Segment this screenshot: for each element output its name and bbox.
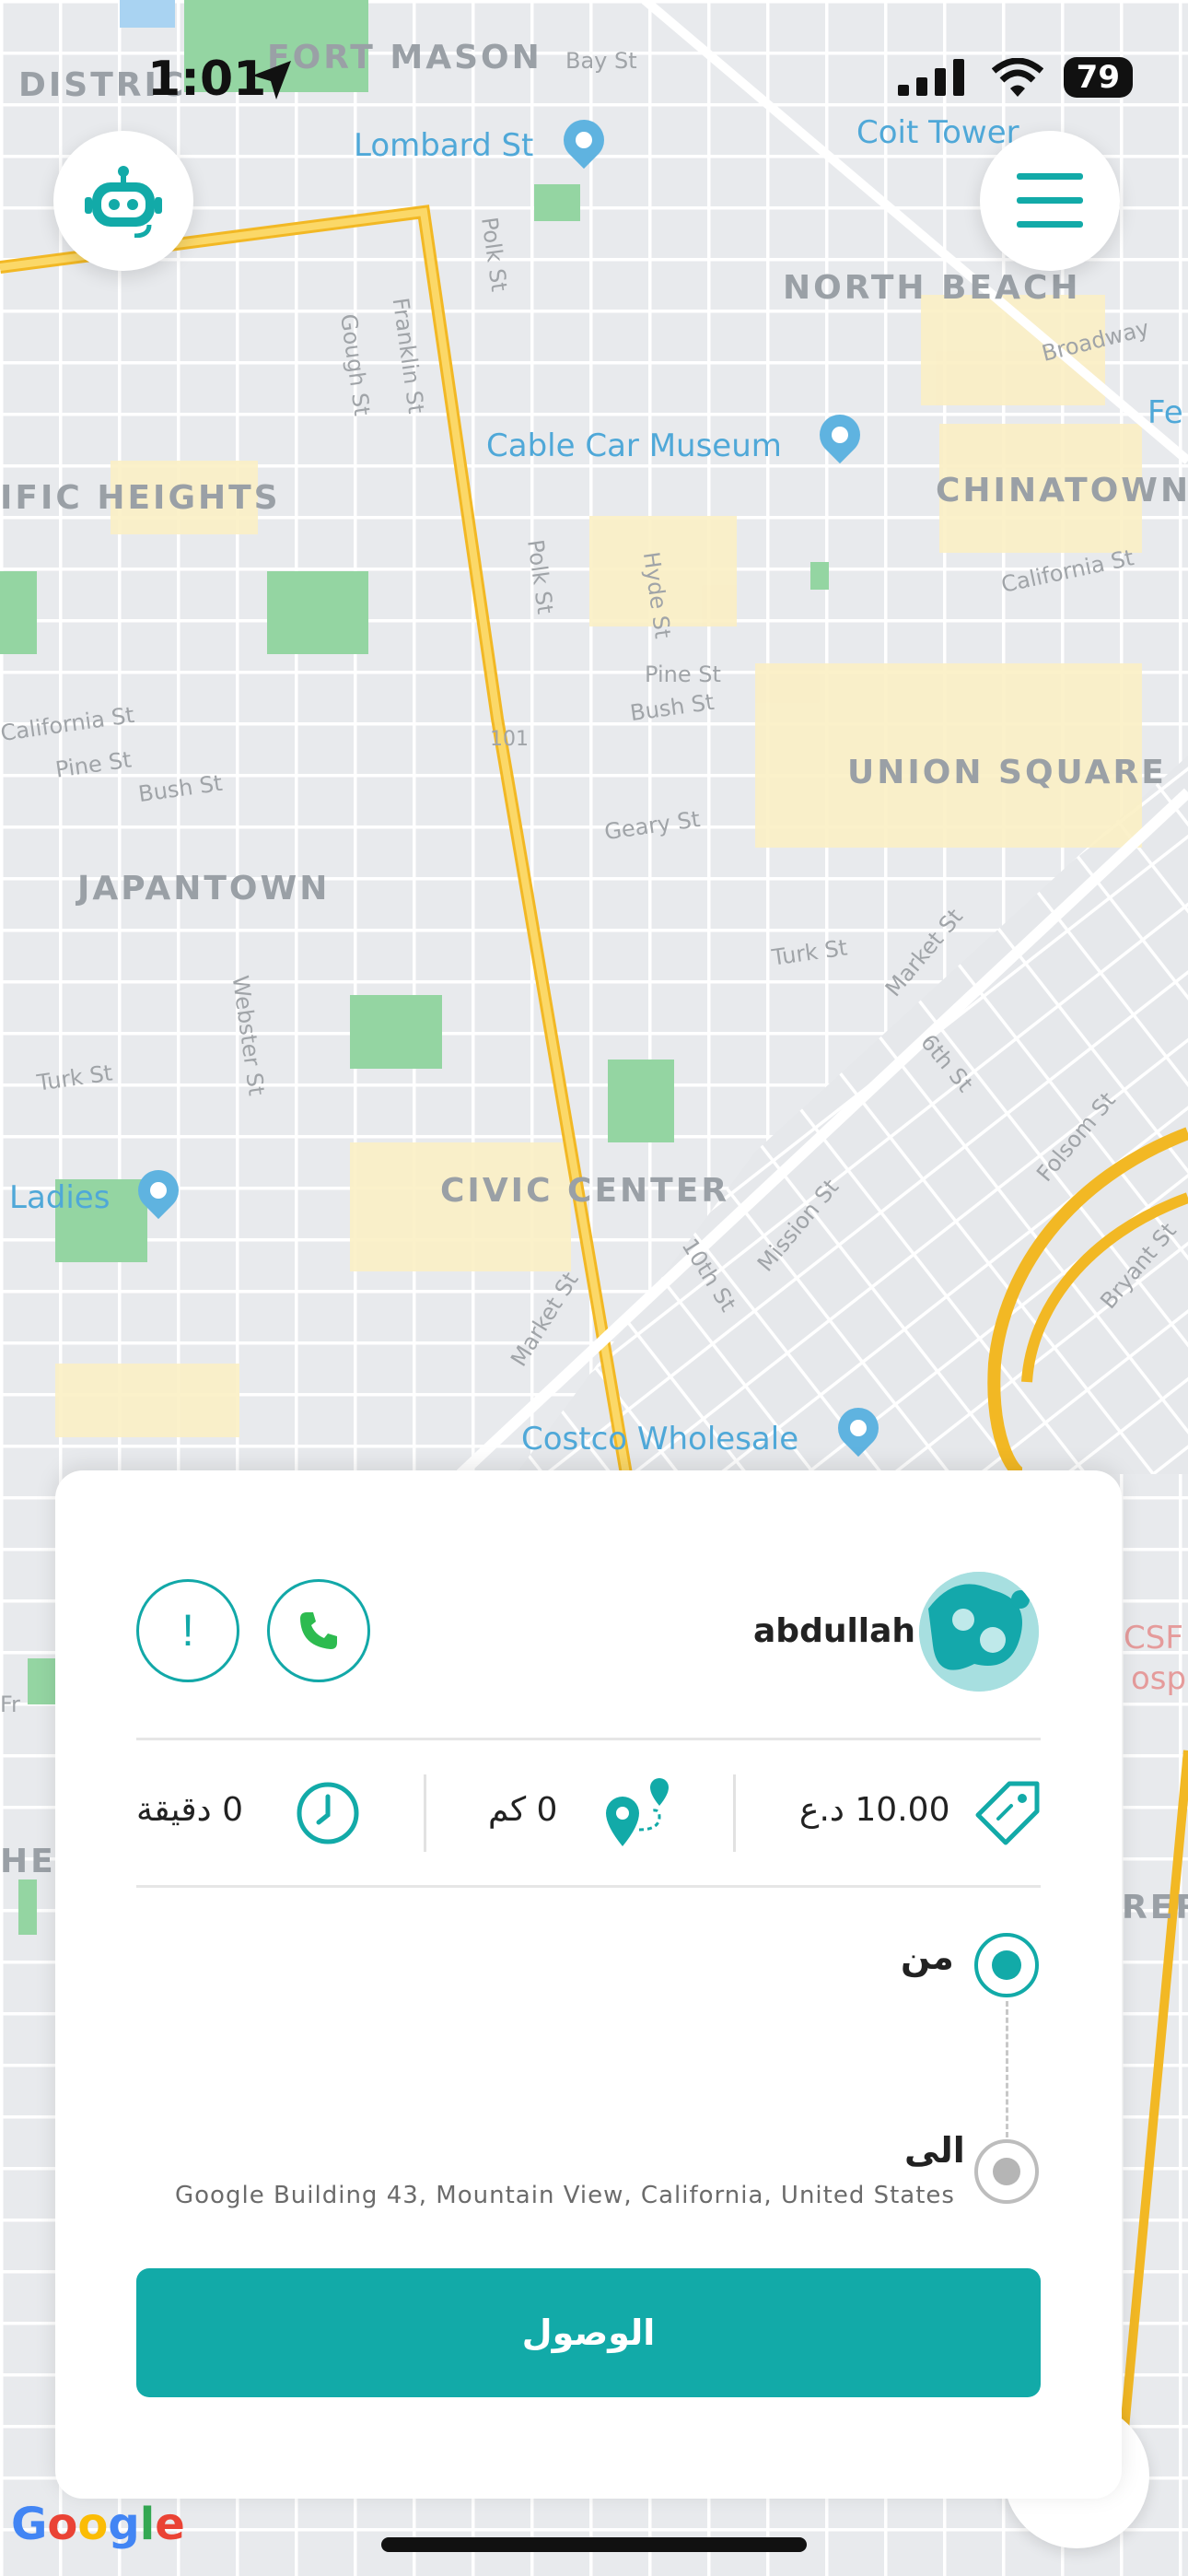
exclamation-icon: ! xyxy=(181,1606,194,1656)
avatar[interactable] xyxy=(919,1572,1039,1692)
to-label: الى xyxy=(904,2130,965,2171)
map-district-label: CIVIC CENTER xyxy=(440,1172,730,1210)
street-label: Fr xyxy=(0,1692,20,1717)
map-district-label: RER xyxy=(1122,1889,1188,1926)
to-point-radio[interactable] xyxy=(974,2139,1039,2204)
arrive-button[interactable]: الوصول xyxy=(136,2268,1041,2397)
status-time: 1:01 xyxy=(147,52,267,107)
google-logo: Google xyxy=(11,2499,185,2550)
divider xyxy=(136,1738,1041,1740)
map-district-label: UNION SQUARE xyxy=(847,754,1167,791)
menu-button[interactable] xyxy=(980,131,1120,271)
route-connector xyxy=(1006,2001,1008,2137)
map-poi-label[interactable]: Coit Tower xyxy=(856,114,1019,151)
map-poi-label[interactable]: Ladies xyxy=(9,1179,110,1216)
clock-icon xyxy=(297,1782,359,1844)
route-pin-icon xyxy=(606,1778,669,1846)
signal-icon xyxy=(897,59,964,96)
hamburger-menu-icon xyxy=(1017,173,1083,228)
destination-address: Google Building 43, Mountain View, Calif… xyxy=(175,2182,955,2209)
map-district-label: IFIC HEIGHTS xyxy=(0,479,281,517)
divider xyxy=(424,1774,426,1852)
highway-shield: 101 xyxy=(490,728,529,751)
map-district-label: CHINATOWN xyxy=(936,472,1188,509)
map-district-label: FORT MASON xyxy=(267,39,542,76)
driver-name: abdullah xyxy=(753,1612,916,1650)
from-point-radio[interactable] xyxy=(974,1933,1039,1997)
map-poi-label[interactable]: Costco Wholesale xyxy=(521,1421,798,1458)
wifi-icon xyxy=(991,58,1043,97)
map-district-label: HE xyxy=(0,1843,56,1880)
price-tag-icon xyxy=(975,1781,1040,1845)
street-label: Bay St xyxy=(565,48,637,74)
home-indicator[interactable] xyxy=(381,2537,807,2552)
from-label: من xyxy=(901,1937,954,1977)
duration-value: 0 دقيقة xyxy=(136,1791,243,1829)
trip-card: ! abdullah 0 دقيقة 0 كم 10.00 د.ع من الى… xyxy=(55,1470,1122,2499)
distance-value: 0 كم xyxy=(488,1791,558,1829)
location-arrow-icon xyxy=(252,61,291,100)
phone-icon xyxy=(300,1612,337,1649)
avatar-image xyxy=(919,1572,1039,1692)
radio-dot xyxy=(992,1950,1021,1980)
assistant-button[interactable] xyxy=(53,131,193,271)
map-district-label: NORTH BEACH xyxy=(783,269,1081,307)
divider xyxy=(136,1885,1041,1888)
robot-icon xyxy=(85,166,162,238)
battery-indicator: 79 xyxy=(1063,57,1133,98)
map-poi-label[interactable]: ospi xyxy=(1131,1660,1188,1697)
call-button[interactable] xyxy=(267,1579,370,1682)
report-button[interactable]: ! xyxy=(136,1579,239,1682)
map-poi-label[interactable]: Fe xyxy=(1147,394,1183,431)
radio-dot xyxy=(993,2158,1020,2185)
map-poi-label[interactable]: CSF xyxy=(1124,1620,1183,1657)
price-value: 10.00 د.ع xyxy=(799,1791,950,1829)
status-icons: 79 xyxy=(897,57,1133,98)
map-poi-label[interactable]: Cable Car Museum xyxy=(486,427,782,464)
map-poi-label[interactable]: Lombard St xyxy=(354,127,533,164)
street-label: Pine St xyxy=(645,662,721,687)
divider xyxy=(733,1774,736,1852)
map-district-label: JAPANTOWN xyxy=(77,870,331,907)
